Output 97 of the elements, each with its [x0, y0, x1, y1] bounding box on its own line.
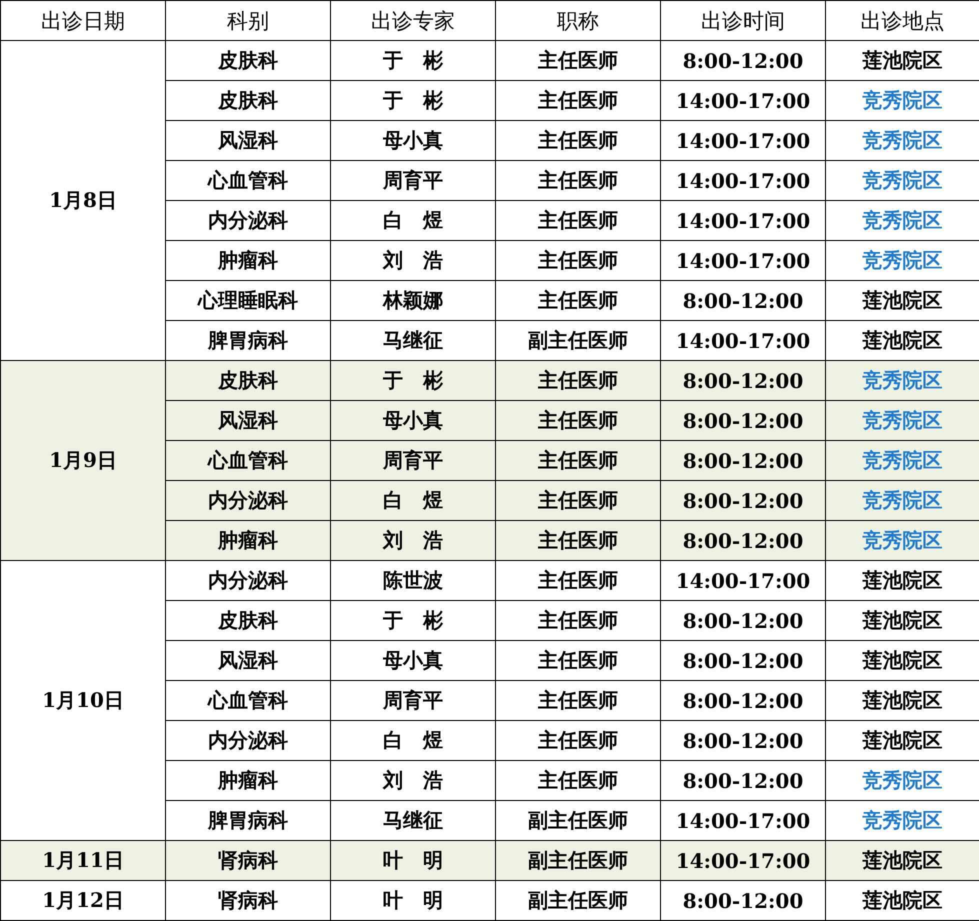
date-cell: 1月12日 [0, 880, 166, 920]
department-cell: 心理睡眠科 [166, 280, 330, 320]
date-cell: 1月10日 [0, 560, 166, 840]
title-cell: 主任医师 [496, 240, 660, 280]
location-cell: 竞秀院区 [826, 440, 979, 480]
time-cell: 14:00-17:00 [660, 200, 826, 240]
location-cell: 竞秀院区 [826, 520, 979, 560]
title-cell: 主任医师 [496, 360, 660, 400]
column-header: 出诊地点 [826, 0, 979, 40]
time-cell: 8:00-12:00 [660, 720, 826, 760]
time-cell: 8:00-12:00 [660, 40, 826, 80]
doctor-cell: 叶 明 [330, 840, 496, 880]
location-cell: 莲池院区 [826, 840, 979, 880]
department-cell: 风湿科 [166, 640, 330, 680]
date-cell: 1月8日 [0, 40, 166, 360]
department-cell: 肾病科 [166, 880, 330, 920]
doctor-cell: 母小真 [330, 400, 496, 440]
doctor-cell: 刘 浩 [330, 240, 496, 280]
doctor-cell: 于 彬 [330, 600, 496, 640]
title-cell: 主任医师 [496, 160, 660, 200]
doctor-cell: 白 煜 [330, 720, 496, 760]
time-cell: 8:00-12:00 [660, 760, 826, 800]
time-cell: 14:00-17:00 [660, 120, 826, 160]
department-cell: 皮肤科 [166, 40, 330, 80]
title-cell: 主任医师 [496, 280, 660, 320]
time-cell: 14:00-17:00 [660, 560, 826, 600]
date-cell: 1月11日 [0, 840, 166, 880]
column-header: 出诊日期 [0, 0, 166, 40]
time-cell: 8:00-12:00 [660, 640, 826, 680]
department-cell: 肾病科 [166, 840, 330, 880]
doctor-cell: 白 煜 [330, 200, 496, 240]
time-cell: 8:00-12:00 [660, 680, 826, 720]
department-cell: 皮肤科 [166, 600, 330, 640]
title-cell: 主任医师 [496, 480, 660, 520]
time-cell: 14:00-17:00 [660, 160, 826, 200]
doctor-cell: 白 煜 [330, 480, 496, 520]
doctor-cell: 刘 浩 [330, 760, 496, 800]
title-cell: 主任医师 [496, 760, 660, 800]
title-cell: 副主任医师 [496, 840, 660, 880]
title-cell: 主任医师 [496, 440, 660, 480]
column-header: 科别 [166, 0, 330, 40]
time-cell: 8:00-12:00 [660, 280, 826, 320]
time-cell: 8:00-12:00 [660, 400, 826, 440]
column-header: 出诊时间 [660, 0, 826, 40]
date-cell: 1月9日 [0, 360, 166, 560]
title-cell: 主任医师 [496, 120, 660, 160]
doctor-cell: 陈世波 [330, 560, 496, 600]
department-cell: 内分泌科 [166, 200, 330, 240]
time-cell: 14:00-17:00 [660, 240, 826, 280]
title-cell: 主任医师 [496, 200, 660, 240]
time-cell: 8:00-12:00 [660, 440, 826, 480]
doctor-cell: 母小真 [330, 120, 496, 160]
doctor-cell: 周育平 [330, 680, 496, 720]
time-cell: 8:00-12:00 [660, 880, 826, 920]
department-cell: 内分泌科 [166, 560, 330, 600]
title-cell: 副主任医师 [496, 880, 660, 920]
department-cell: 风湿科 [166, 400, 330, 440]
department-cell: 肿瘤科 [166, 520, 330, 560]
time-cell: 14:00-17:00 [660, 80, 826, 120]
time-cell: 8:00-12:00 [660, 360, 826, 400]
column-header: 职称 [496, 0, 660, 40]
doctor-cell: 于 彬 [330, 360, 496, 400]
department-cell: 皮肤科 [166, 360, 330, 400]
column-header: 出诊专家 [330, 0, 496, 40]
title-cell: 主任医师 [496, 720, 660, 760]
time-cell: 8:00-12:00 [660, 600, 826, 640]
doctor-cell: 于 彬 [330, 40, 496, 80]
location-cell: 竞秀院区 [826, 360, 979, 400]
title-cell: 主任医师 [496, 680, 660, 720]
department-cell: 心血管科 [166, 440, 330, 480]
department-cell: 肿瘤科 [166, 240, 330, 280]
department-cell: 肿瘤科 [166, 760, 330, 800]
department-cell: 内分泌科 [166, 720, 330, 760]
title-cell: 主任医师 [496, 600, 660, 640]
location-cell: 竞秀院区 [826, 480, 979, 520]
department-cell: 心血管科 [166, 680, 330, 720]
doctor-cell: 刘 浩 [330, 520, 496, 560]
time-cell: 8:00-12:00 [660, 480, 826, 520]
doctor-cell: 叶 明 [330, 880, 496, 920]
title-cell: 主任医师 [496, 560, 660, 600]
time-cell: 14:00-17:00 [660, 840, 826, 880]
title-cell: 主任医师 [496, 640, 660, 680]
title-cell: 主任医师 [496, 80, 660, 120]
doctor-cell: 周育平 [330, 160, 496, 200]
department-cell: 皮肤科 [166, 80, 330, 120]
doctor-cell: 母小真 [330, 640, 496, 680]
doctor-cell: 周育平 [330, 440, 496, 480]
location-cell: 竞秀院区 [826, 400, 979, 440]
department-cell: 内分泌科 [166, 480, 330, 520]
department-cell: 风湿科 [166, 120, 330, 160]
title-cell: 主任医师 [496, 400, 660, 440]
title-cell: 主任医师 [496, 40, 660, 80]
title-cell: 主任医师 [496, 520, 660, 560]
time-cell: 8:00-12:00 [660, 520, 826, 560]
doctor-cell: 于 彬 [330, 80, 496, 120]
department-cell: 心血管科 [166, 160, 330, 200]
doctor-cell: 林颖娜 [330, 280, 496, 320]
